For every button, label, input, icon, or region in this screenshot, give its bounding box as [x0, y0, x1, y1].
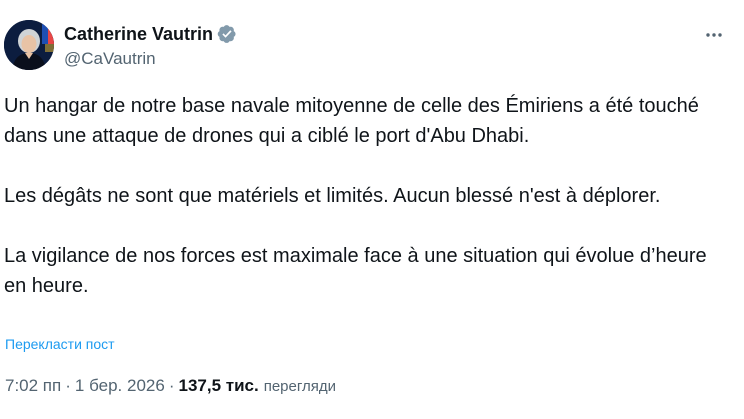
post-metadata: 7:02 пп · 1 бер. 2026 · 137,5 тис. перег…	[5, 374, 336, 398]
post-date[interactable]: 1 бер. 2026	[75, 376, 165, 396]
meta-separator: ·	[65, 376, 71, 395]
post-paragraph: Un hangar de notre base navale mitoyenne…	[4, 95, 699, 147]
post-text: Un hangar de notre base navale mitoyenne…	[4, 91, 728, 301]
verified-badge-icon[interactable]	[217, 24, 237, 44]
post-time[interactable]: 7:02 пп	[5, 376, 61, 396]
author-display-name[interactable]: Catherine Vautrin	[64, 22, 213, 46]
meta-separator: ·	[168, 376, 175, 395]
post-paragraph: La vigilance de nos forces est maximale …	[4, 245, 707, 297]
views-count: 137,5 тис.	[178, 376, 259, 395]
author-name-row: Catherine Vautrin	[64, 22, 237, 46]
author-handle[interactable]: @CaVautrin	[64, 48, 156, 70]
views-label: перегляди	[263, 377, 337, 395]
post-paragraph: Les dégâts ne sont que matériels et limi…	[4, 185, 661, 207]
tweet-card: Catherine Vautrin @CaVautrin Un hangar d…	[0, 0, 744, 419]
profile-photo-icon	[4, 20, 54, 70]
more-horizontal-icon	[706, 33, 722, 37]
more-options-button[interactable]	[702, 24, 726, 46]
translate-post-link[interactable]: Перекласти пост	[5, 335, 115, 353]
avatar[interactable]	[4, 20, 54, 70]
